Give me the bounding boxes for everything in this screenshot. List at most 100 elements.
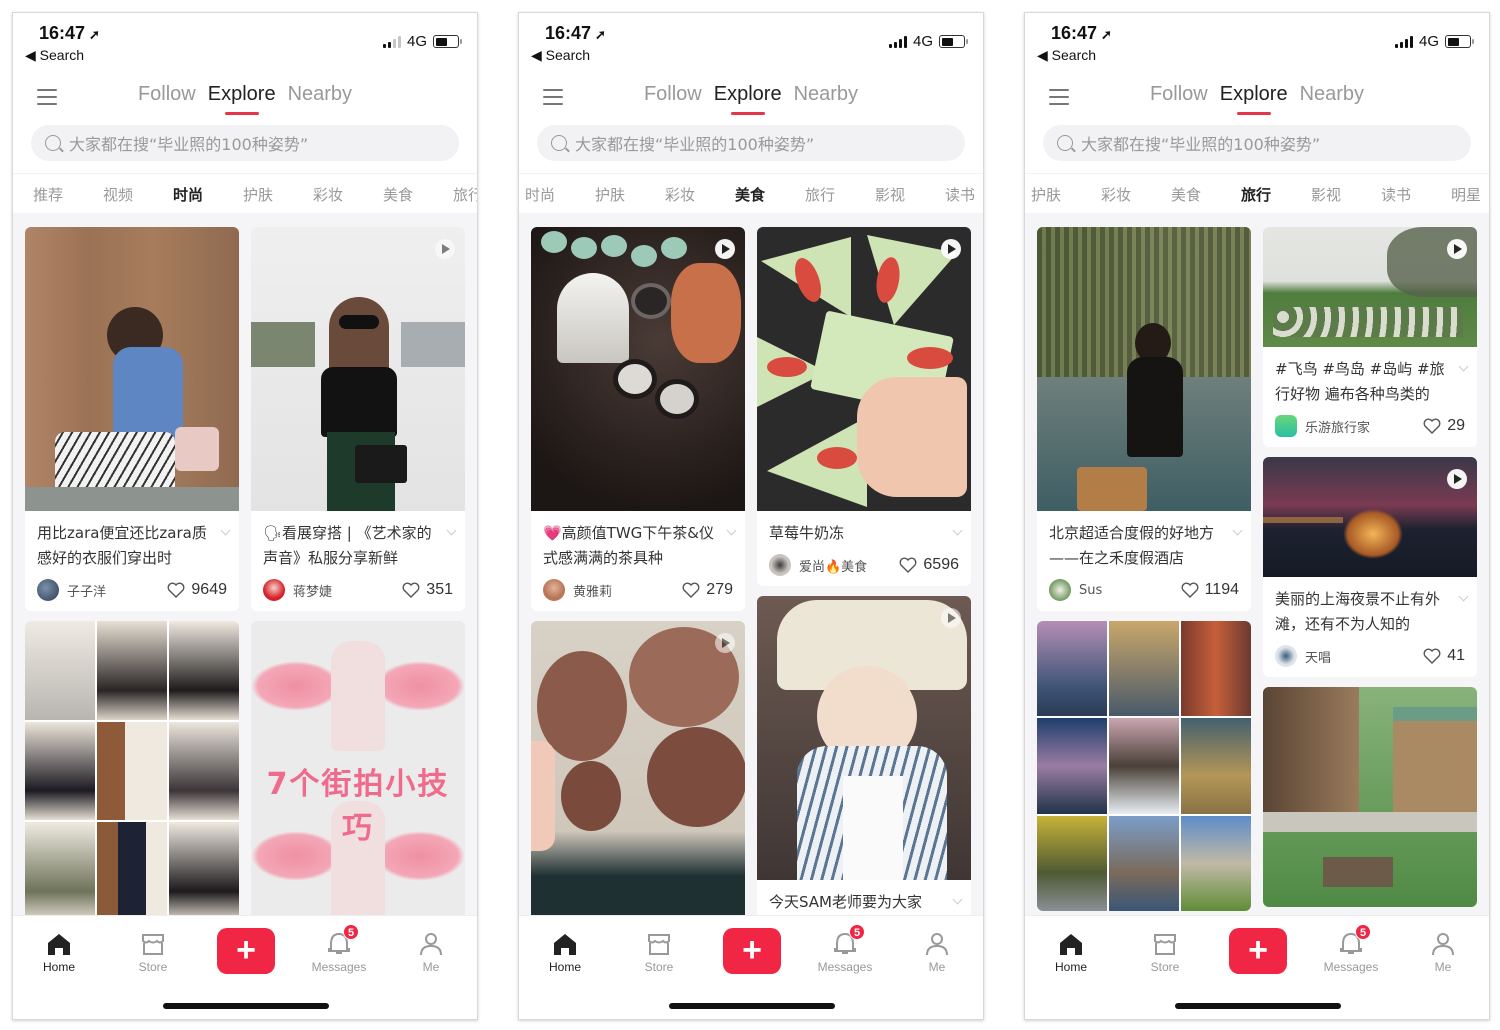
like-button[interactable]: 279 (682, 581, 733, 599)
tab-messages[interactable]: 5 Messages (299, 924, 379, 974)
avatar[interactable] (37, 579, 59, 601)
tab-follow[interactable]: Follow (137, 83, 197, 106)
tab-me[interactable]: Me (1403, 930, 1483, 974)
category-tab[interactable]: 美食 (1171, 184, 1201, 205)
store-icon (1125, 930, 1205, 956)
tab-nearby[interactable]: Nearby (793, 83, 859, 106)
tab-messages[interactable]: 5 Messages (805, 924, 885, 974)
tab-home[interactable]: Home (525, 930, 605, 974)
category-tab[interactable]: 明星 (1451, 184, 1481, 205)
category-tab[interactable]: 推荐 (33, 184, 63, 205)
category-tab-active[interactable]: 时尚 (173, 184, 203, 205)
avatar[interactable] (263, 579, 285, 601)
tab-home[interactable]: Home (1031, 930, 1111, 974)
category-tab-active[interactable]: 美食 (735, 184, 765, 205)
note-card[interactable]: 美丽的上海夜景不止有外滩，还有不为人知的 天唱 41 (1263, 457, 1477, 677)
back-to-search-link[interactable]: ◀ Search (1037, 47, 1096, 64)
author-name[interactable]: 蒋梦婕 (293, 581, 402, 600)
author-name[interactable]: 爱尚🔥美食 (799, 556, 899, 575)
create-post-button[interactable]: + (1229, 928, 1287, 974)
note-card[interactable]: 7个街拍小技巧 (251, 621, 465, 917)
category-tab[interactable]: 彩妆 (1101, 184, 1131, 205)
note-title: 美丽的上海夜景不止有外滩，还有不为人知的 (1275, 590, 1441, 633)
note-card[interactable]: 草莓牛奶冻 爱尚🔥美食 6596 (757, 227, 971, 586)
author-name[interactable]: Sus (1079, 583, 1181, 598)
author-name[interactable]: 子子洋 (67, 581, 167, 600)
tab-store[interactable]: Store (1125, 930, 1205, 974)
category-tab[interactable]: 旅行 (805, 184, 835, 205)
tab-nearby[interactable]: Nearby (1299, 83, 1365, 106)
note-card[interactable]: #飞鸟 #鸟岛 #岛屿 #旅行好物 遍布各种鸟类的 乐游旅行家 29 (1263, 227, 1477, 447)
tab-store[interactable]: Store (113, 930, 193, 974)
category-tab[interactable]: 护肤 (595, 184, 625, 205)
like-button[interactable]: 351 (402, 581, 453, 599)
create-post-button[interactable]: + (217, 928, 275, 974)
search-input[interactable]: 大家都在搜“毕业照的100种姿势” (1043, 125, 1471, 161)
back-to-search-link[interactable]: ◀ Search (531, 47, 590, 64)
home-indicator[interactable] (163, 1003, 329, 1009)
feed: 用比zara便宜还比zara质感好的衣服们穿出时 子子洋 9649 🗣看展穿搭 … (13, 213, 477, 917)
messages-badge: 5 (343, 924, 359, 940)
search-input[interactable]: 大家都在搜“毕业照的100种姿势” (537, 125, 965, 161)
tab-nearby[interactable]: Nearby (287, 83, 353, 106)
network-label: 4G (406, 33, 427, 50)
tab-explore[interactable]: Explore (1219, 83, 1289, 115)
tab-me[interactable]: Me (897, 930, 977, 974)
note-card[interactable] (1263, 687, 1477, 907)
note-card[interactable]: 北京超适合度假的好地方——在之禾度假酒店 Sus 1194 (1037, 227, 1251, 611)
like-button[interactable]: 6596 (899, 556, 959, 574)
note-card[interactable] (25, 621, 239, 917)
search-input[interactable]: 大家都在搜“毕业照的100种姿势” (31, 125, 459, 161)
category-tab[interactable]: 视频 (103, 184, 133, 205)
search-icon (45, 135, 61, 151)
note-card[interactable]: 💗高颜值TWG下午茶&仪式感满满的茶具种 黄雅莉 279 (531, 227, 745, 611)
tab-store[interactable]: Store (619, 930, 699, 974)
author-name[interactable]: 乐游旅行家 (1305, 417, 1423, 436)
note-card[interactable] (531, 621, 745, 917)
category-tab[interactable]: 读书 (1381, 184, 1411, 205)
like-button[interactable]: 29 (1423, 417, 1465, 435)
create-post-button[interactable]: + (723, 928, 781, 974)
note-card[interactable] (1037, 621, 1251, 911)
home-indicator[interactable] (1175, 1003, 1341, 1009)
author-name[interactable]: 天唱 (1305, 647, 1423, 666)
note-card[interactable]: 今天SAM老师要为大家 (757, 596, 971, 917)
tab-follow[interactable]: Follow (643, 83, 703, 106)
tab-explore[interactable]: Explore (207, 83, 277, 115)
tab-me[interactable]: Me (391, 930, 471, 974)
battery-icon (939, 35, 968, 48)
category-tab[interactable]: 护肤 (1031, 184, 1061, 205)
category-tab[interactable]: 美食 (383, 184, 413, 205)
home-indicator[interactable] (669, 1003, 835, 1009)
tab-messages[interactable]: 5 Messages (1311, 924, 1391, 974)
avatar[interactable] (1275, 415, 1297, 437)
category-tab[interactable]: 旅行 (453, 184, 477, 205)
category-tab[interactable]: 影视 (1311, 184, 1341, 205)
tab-messages-label: Messages (311, 960, 367, 974)
note-card[interactable]: 用比zara便宜还比zara质感好的衣服们穿出时 子子洋 9649 (25, 227, 239, 611)
tab-explore[interactable]: Explore (713, 83, 783, 115)
category-tab[interactable]: 彩妆 (313, 184, 343, 205)
avatar[interactable] (1049, 579, 1071, 601)
avatar[interactable] (543, 579, 565, 601)
category-tab[interactable]: 时尚 (525, 184, 555, 205)
note-card[interactable]: 🗣看展穿搭 | 《艺术家的声音》私服分享新鲜 蒋梦婕 351 (251, 227, 465, 611)
avatar[interactable] (769, 554, 791, 576)
category-tab[interactable]: 护肤 (243, 184, 273, 205)
back-label: Search (39, 47, 85, 63)
back-to-search-link[interactable]: ◀ Search (25, 47, 84, 64)
category-tab[interactable]: 影视 (875, 184, 905, 205)
category-tab[interactable]: 彩妆 (665, 184, 695, 205)
tab-me-label: Me (928, 960, 946, 974)
author-name[interactable]: 黄雅莉 (573, 581, 682, 600)
category-tab[interactable]: 读书 (945, 184, 975, 205)
location-arrow-icon: ➚ (89, 27, 100, 42)
tab-home[interactable]: Home (19, 930, 99, 974)
tab-follow[interactable]: Follow (1149, 83, 1209, 106)
like-button[interactable]: 41 (1423, 647, 1465, 665)
category-tab-active[interactable]: 旅行 (1241, 184, 1271, 205)
avatar[interactable] (1275, 645, 1297, 667)
like-button[interactable]: 9649 (167, 581, 227, 599)
back-label: Search (1051, 47, 1097, 63)
like-button[interactable]: 1194 (1181, 581, 1239, 599)
